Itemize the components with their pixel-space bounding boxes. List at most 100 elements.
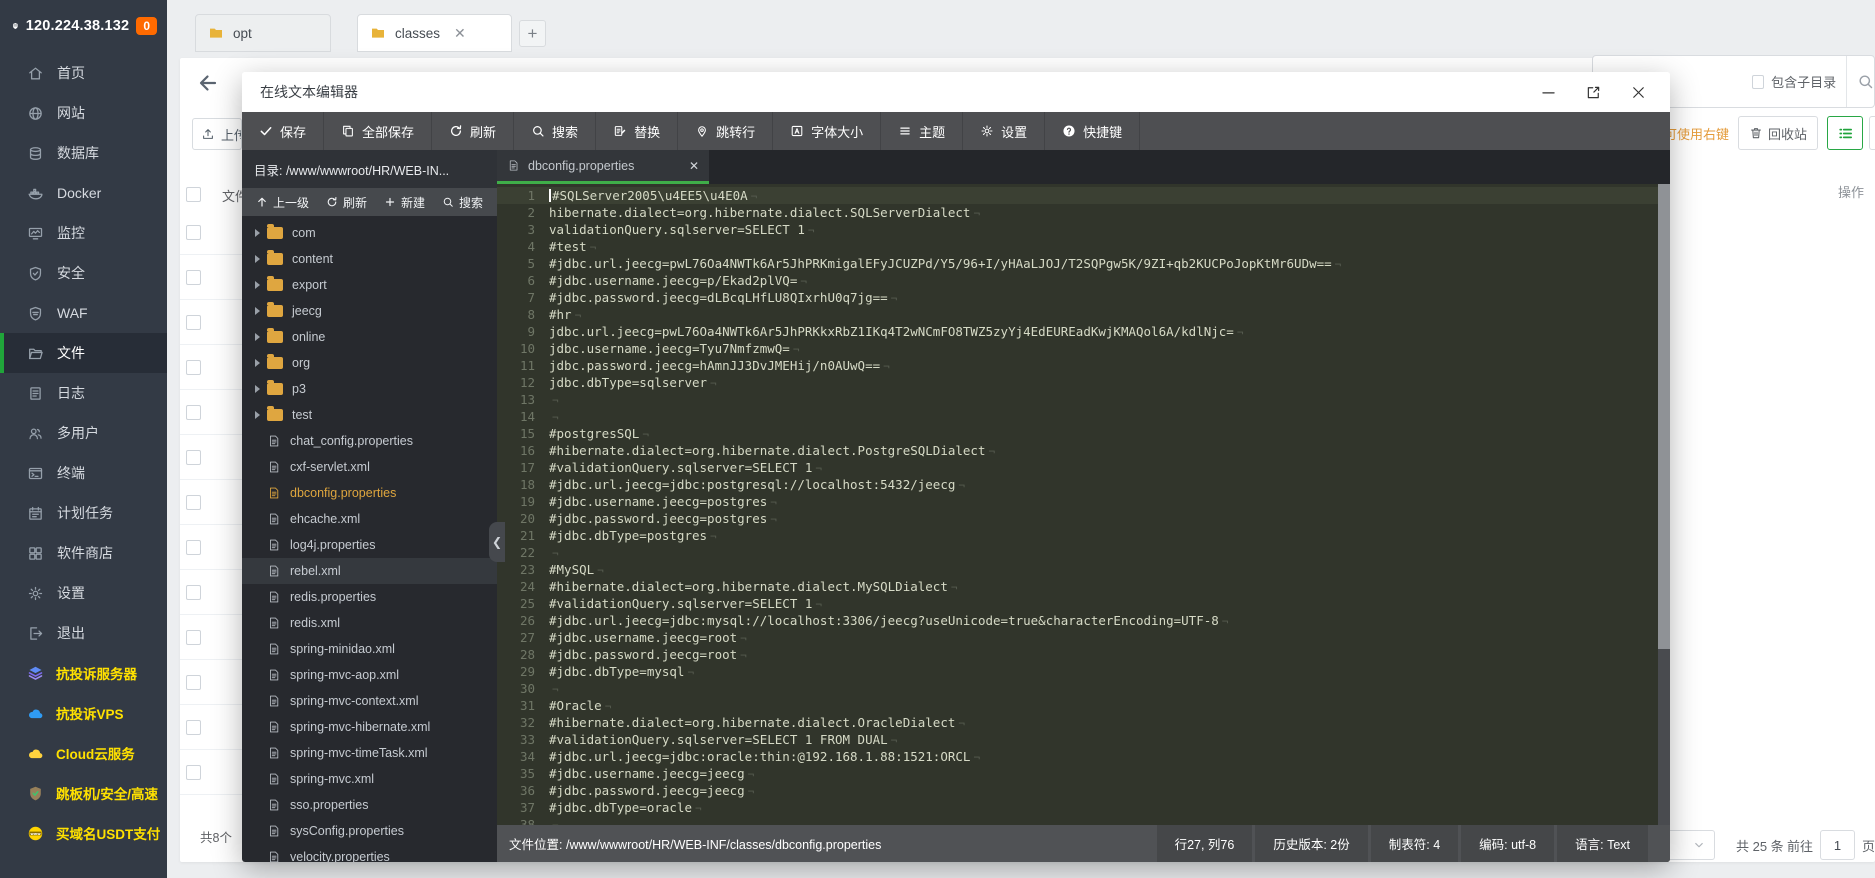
grid-view-button[interactable] — [1869, 116, 1875, 150]
sidebar-item-globe[interactable]: 网站 — [0, 93, 167, 133]
tree-file[interactable]: velocity.properties — [242, 844, 497, 862]
code-area[interactable]: 1 #SQLServer2005\u4EE5\u4E0A 2 hibernate.di… — [497, 184, 1670, 825]
scrollbar-thumb[interactable] — [1658, 184, 1670, 649]
tree-file[interactable]: dbconfig.properties — [242, 480, 497, 506]
sidebar-promo-cloud-blue[interactable]: 抗投诉VPS — [0, 693, 167, 733]
sidebar-promo-shield-brown[interactable]: 跳板机/安全/高速 — [0, 773, 167, 813]
toolbar-gear-button[interactable]: 设置 — [963, 112, 1046, 150]
editor-tab-dbconfig[interactable]: dbconfig.properties ✕ — [497, 150, 709, 184]
upload-button[interactable]: 上传 — [192, 118, 242, 150]
sidebar-item-folder-nav[interactable]: 文件 — [0, 333, 167, 373]
tree-folder[interactable]: content — [242, 246, 497, 272]
tree-folder[interactable]: online — [242, 324, 497, 350]
tree-toolbar-search-button[interactable]: 搜索 — [442, 194, 483, 211]
notification-badge[interactable]: 0 — [136, 17, 157, 35]
row-checkbox[interactable] — [186, 719, 201, 735]
editor-tab-close-icon[interactable]: ✕ — [689, 159, 699, 173]
caret-icon[interactable] — [255, 359, 260, 367]
tree-file[interactable]: spring-minidao.xml — [242, 636, 497, 662]
tree-file[interactable]: ehcache.xml — [242, 506, 497, 532]
sidebar-item-logout[interactable]: 退出 — [0, 613, 167, 653]
tab-close-icon[interactable]: ✕ — [454, 25, 466, 42]
page-number-input[interactable]: 1 — [1820, 830, 1855, 860]
toolbar-replace-button[interactable]: 替换 — [596, 112, 679, 150]
toolbar-search-button[interactable]: 搜索 — [514, 112, 597, 150]
back-button[interactable] — [196, 71, 220, 95]
toolbar-fontsize-button[interactable]: 字体大小 — [773, 112, 882, 150]
tab-opt[interactable]: opt — [195, 14, 331, 52]
sidebar-item-docker[interactable]: Docker — [0, 173, 167, 213]
caret-icon[interactable] — [255, 333, 260, 341]
row-checkbox[interactable] — [186, 764, 201, 780]
include-subdirs-checkbox[interactable] — [1752, 74, 1765, 89]
select-all-checkbox[interactable] — [186, 187, 201, 202]
sidebar-item-users[interactable]: 多用户 — [0, 413, 167, 453]
sidebar-promo-www-globe[interactable]: 买域名USDT支付 — [0, 813, 167, 853]
caret-icon[interactable] — [255, 307, 260, 315]
sidebar-item-waf-shield[interactable]: WAF — [0, 293, 167, 333]
tree-file[interactable]: sysConfig.properties — [242, 818, 497, 844]
toolbar-refresh-button[interactable]: 刷新 — [432, 112, 515, 150]
sidebar-item-database[interactable]: 数据库 — [0, 133, 167, 173]
toolbar-copy-button[interactable]: 全部保存 — [324, 112, 433, 150]
tree-toolbar-up-button[interactable]: 上一级 — [256, 194, 309, 211]
caret-icon[interactable] — [255, 255, 260, 263]
close-icon[interactable] — [1629, 83, 1648, 102]
sidebar-item-log-file[interactable]: 日志 — [0, 373, 167, 413]
tree-folder[interactable]: org — [242, 350, 497, 376]
sidebar-item-shield-check[interactable]: 安全 — [0, 253, 167, 293]
tab-classes[interactable]: classes ✕ — [357, 14, 512, 52]
tree-toolbar-refresh-button[interactable]: 刷新 — [326, 194, 367, 211]
caret-icon[interactable] — [255, 411, 260, 419]
row-checkbox[interactable] — [186, 269, 201, 285]
caret-icon[interactable] — [255, 229, 260, 237]
new-tab-button[interactable]: + — [519, 20, 546, 47]
sidebar-item-app-store[interactable]: 软件商店 — [0, 533, 167, 573]
tree-collapse-handle[interactable]: ❮ — [489, 522, 505, 562]
tree-file[interactable]: redis.xml — [242, 610, 497, 636]
tree-file[interactable]: spring-mvc-hibernate.xml — [242, 714, 497, 740]
tree-file[interactable]: rebel.xml — [242, 558, 497, 584]
tree-file[interactable]: spring-mvc-context.xml — [242, 688, 497, 714]
tree-file[interactable]: cxf-servlet.xml — [242, 454, 497, 480]
editor-scrollbar[interactable] — [1658, 184, 1670, 825]
maximize-icon[interactable] — [1584, 83, 1603, 102]
tree-folder[interactable]: p3 — [242, 376, 497, 402]
tree-folder[interactable]: export — [242, 272, 497, 298]
row-checkbox[interactable] — [186, 539, 201, 555]
row-checkbox[interactable] — [186, 674, 201, 690]
row-checkbox[interactable] — [186, 494, 201, 510]
row-checkbox[interactable] — [186, 584, 201, 600]
search-icon[interactable] — [1857, 73, 1874, 90]
tree-file[interactable]: spring-mvc.xml — [242, 766, 497, 792]
tree-file[interactable]: spring-mvc-aop.xml — [242, 662, 497, 688]
row-checkbox[interactable] — [186, 359, 201, 375]
sidebar-item-monitor[interactable]: 监控 — [0, 213, 167, 253]
row-checkbox[interactable] — [186, 629, 201, 645]
sidebar-promo-layers[interactable]: 抗投诉服务器 — [0, 653, 167, 693]
sidebar-promo-cloud-yellow[interactable]: Cloud云服务 — [0, 733, 167, 773]
tree-folder[interactable]: jeecg — [242, 298, 497, 324]
tree-toolbar-plus-button[interactable]: 新建 — [384, 194, 425, 211]
tree-file[interactable]: redis.properties — [242, 584, 497, 610]
row-checkbox[interactable] — [186, 314, 201, 330]
toolbar-goto-button[interactable]: 跳转行 — [678, 112, 774, 150]
list-view-button[interactable] — [1827, 116, 1863, 150]
row-checkbox[interactable] — [186, 224, 201, 240]
toolbar-help-button[interactable]: 快捷键 — [1045, 112, 1141, 150]
sidebar-item-gear[interactable]: 设置 — [0, 573, 167, 613]
sidebar-item-home[interactable]: 首页 — [0, 53, 167, 93]
minimize-icon[interactable] — [1539, 83, 1558, 102]
tree-file[interactable]: spring-mvc-timeTask.xml — [242, 740, 497, 766]
row-checkbox[interactable] — [186, 449, 201, 465]
tree-folder[interactable]: test — [242, 402, 497, 428]
toolbar-theme-button[interactable]: 主题 — [881, 112, 964, 150]
sidebar-item-calendar[interactable]: 计划任务 — [0, 493, 167, 533]
tree-file[interactable]: chat_config.properties — [242, 428, 497, 454]
tree-file[interactable]: log4j.properties — [242, 532, 497, 558]
toolbar-check-button[interactable]: 保存 — [242, 112, 325, 150]
recycle-bin-button[interactable]: 回收站 — [1738, 116, 1818, 150]
caret-icon[interactable] — [255, 385, 260, 393]
tree-folder[interactable]: com — [242, 220, 497, 246]
caret-icon[interactable] — [255, 281, 260, 289]
